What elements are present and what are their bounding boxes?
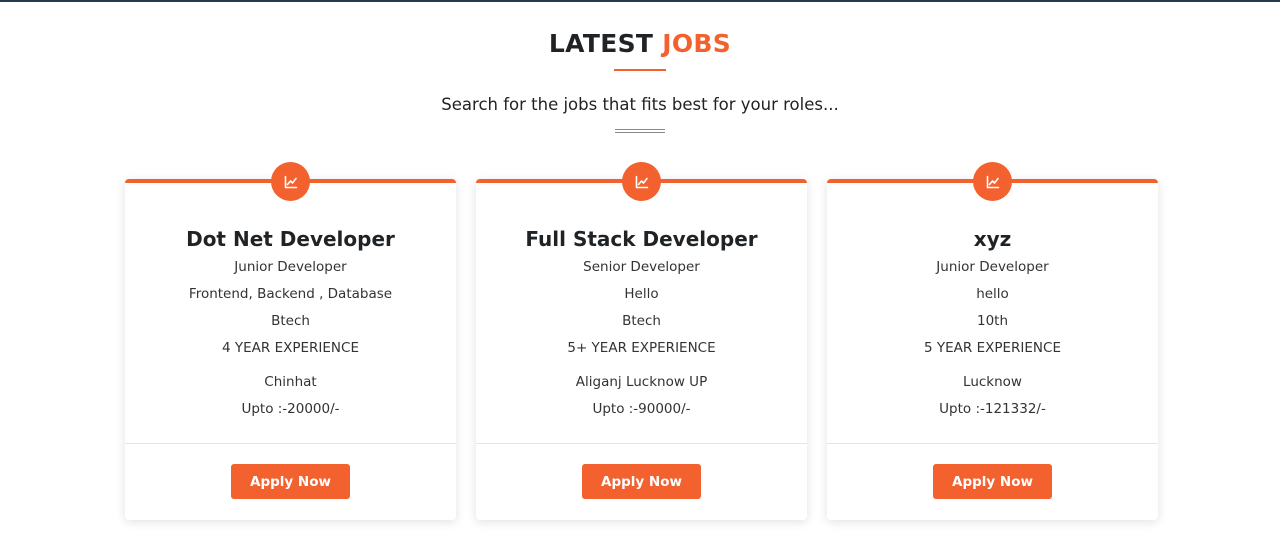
section-title: LATEST JOBS xyxy=(0,28,1280,60)
job-card: Full Stack Developer Senior Developer He… xyxy=(476,162,807,520)
job-card: Dot Net Developer Junior Developer Front… xyxy=(125,162,456,520)
job-description: Hello xyxy=(624,286,659,302)
apply-now-button[interactable]: Apply Now xyxy=(933,464,1052,499)
title-main: LATEST xyxy=(548,29,654,58)
card-divider xyxy=(827,443,1158,444)
job-title: Full Stack Developer xyxy=(525,227,758,251)
job-description: Frontend, Backend , Database xyxy=(188,286,393,302)
card-divider xyxy=(476,443,807,444)
job-card: xyz Junior Developer hello 10th 5 YEAR E… xyxy=(827,162,1158,520)
job-experience: 4 YEAR EXPERIENCE xyxy=(222,340,359,356)
job-salary: Upto :-90000/- xyxy=(592,401,691,417)
job-salary: Upto :-20000/- xyxy=(241,401,340,417)
section-header: LATEST JOBS Search for the jobs that fit… xyxy=(0,28,1280,133)
job-qualification: 10th xyxy=(976,313,1009,329)
job-card-body: xyz Junior Developer hello 10th 5 YEAR E… xyxy=(827,183,1158,423)
job-salary: Upto :-121332/- xyxy=(939,401,1046,417)
card-divider xyxy=(125,443,456,444)
job-title: Dot Net Developer xyxy=(186,227,395,251)
top-border xyxy=(0,0,1280,2)
job-card-body: Dot Net Developer Junior Developer Front… xyxy=(125,183,456,423)
job-experience: 5 YEAR EXPERIENCE xyxy=(924,340,1061,356)
title-accent: JOBS xyxy=(662,29,732,58)
job-level: Junior Developer xyxy=(234,259,347,275)
job-level: Junior Developer xyxy=(936,259,1049,275)
job-title: xyz xyxy=(973,227,1012,251)
subtitle-divider xyxy=(615,129,665,133)
job-qualification: Btech xyxy=(271,313,310,329)
job-level: Senior Developer xyxy=(583,259,700,275)
title-underline xyxy=(614,69,666,71)
section-subtitle: Search for the jobs that fits best for y… xyxy=(441,95,839,114)
job-card-body: Full Stack Developer Senior Developer He… xyxy=(476,183,807,423)
apply-now-button[interactable]: Apply Now xyxy=(582,464,701,499)
job-experience: 5+ YEAR EXPERIENCE xyxy=(567,340,716,356)
job-location: Lucknow xyxy=(963,374,1022,390)
job-location: Aliganj Lucknow UP xyxy=(575,374,708,390)
job-card-list: Dot Net Developer Junior Developer Front… xyxy=(125,162,1160,520)
apply-now-button[interactable]: Apply Now xyxy=(231,464,350,499)
job-qualification: Btech xyxy=(622,313,661,329)
job-location: Chinhat xyxy=(264,374,317,390)
job-description: hello xyxy=(976,286,1009,302)
